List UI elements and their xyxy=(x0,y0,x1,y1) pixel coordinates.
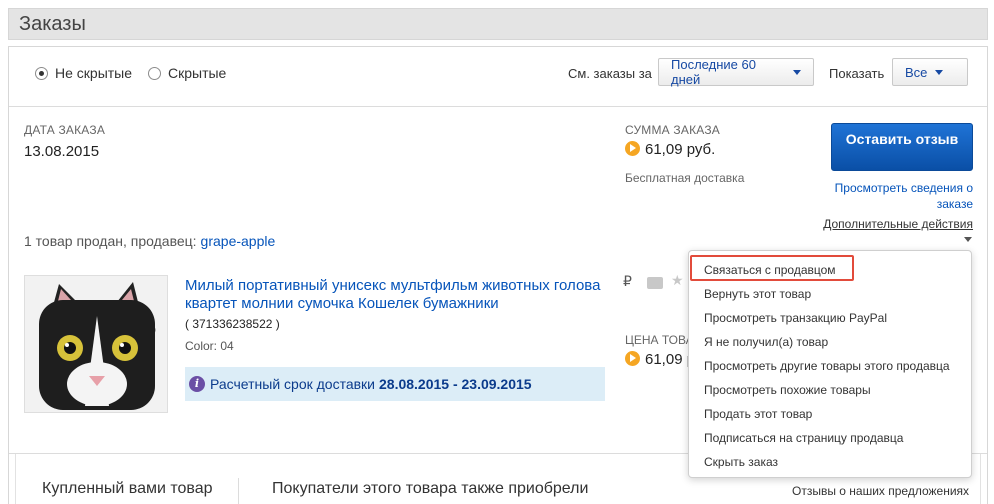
view-order-details-link[interactable]: Просмотреть сведения о заказе xyxy=(821,180,973,212)
ruble-icon: ₽ xyxy=(623,273,632,289)
tab-bought-items[interactable]: Купленный вами товар xyxy=(42,480,213,498)
item-price-label: ЦЕНА ТОВА xyxy=(625,333,694,347)
page-header: Заказы xyxy=(8,8,988,40)
more-actions-menu: Связаться с продавцом Вернуть этот товар… xyxy=(688,250,972,478)
menu-item-return-item[interactable]: Вернуть этот товар xyxy=(704,287,811,301)
period-label: См. заказы за xyxy=(568,66,652,81)
tab-also-bought[interactable]: Покупатели этого товара также приобрели xyxy=(272,480,588,498)
period-dropdown[interactable]: Последние 60 дней xyxy=(658,57,814,87)
offers-feedback-link[interactable]: Отзывы о наших предложениях xyxy=(792,484,969,498)
menu-item-hide-order[interactable]: Скрыть заказ xyxy=(704,455,778,469)
menu-item-not-received[interactable]: Я не получил(а) товар xyxy=(704,335,828,349)
radio-not-hidden-label: Не скрытые xyxy=(55,65,133,81)
order-date-label: ДАТА ЗАКАЗА xyxy=(24,123,106,137)
info-icon: i xyxy=(189,376,205,392)
leave-feedback-button[interactable]: Оставить отзыв xyxy=(831,123,973,171)
play-coin-icon xyxy=(625,351,640,366)
item-thumbnail[interactable] xyxy=(24,275,168,413)
order-sum-label: СУММА ЗАКАЗА xyxy=(625,123,720,137)
free-shipping: Бесплатная доставка xyxy=(625,171,745,185)
chevron-down-icon xyxy=(935,69,944,75)
show-label: Показать xyxy=(829,66,885,81)
menu-item-contact-seller[interactable]: Связаться с продавцом xyxy=(704,263,836,277)
order-sum: 61,09 руб. xyxy=(625,141,715,158)
order-sum-value: 61,09 руб. xyxy=(645,141,716,158)
delivery-prefix: Расчетный срок доставки xyxy=(210,376,375,392)
chevron-down-icon[interactable] xyxy=(964,237,972,242)
delivery-range: 28.08.2015 - 23.09.2015 xyxy=(379,376,532,392)
menu-item-view-paypal[interactable]: Просмотреть транзакцию PayPal xyxy=(704,311,887,325)
cat-purse-image xyxy=(25,276,167,412)
tab-divider xyxy=(238,478,239,504)
delivery-text: Расчетный срок доставки 28.08.2015 - 23.0… xyxy=(210,376,532,392)
radio-hidden-label: Скрытые xyxy=(168,65,227,81)
radio-selected-icon xyxy=(35,66,48,80)
order-date: 13.08.2015 xyxy=(24,143,100,160)
chevron-down-icon xyxy=(793,69,801,75)
radio-hidden[interactable]: Скрытые xyxy=(148,65,226,81)
menu-item-follow-seller[interactable]: Подписаться на страницу продавца xyxy=(704,431,903,445)
radio-not-hidden[interactable]: Не скрытые xyxy=(35,65,132,81)
menu-item-similar-items[interactable]: Просмотреть похожие товары xyxy=(704,383,871,397)
show-dropdown-value: Все xyxy=(905,64,928,80)
seller-prefix: 1 товар продан, продавец: xyxy=(24,233,197,249)
page-title: Заказы xyxy=(19,13,86,35)
seller-line: 1 товар продан, продавец: grape-apple xyxy=(24,233,275,249)
star-icon: ★ xyxy=(671,272,684,288)
menu-item-seller-items[interactable]: Просмотреть другие товары этого продавца xyxy=(704,359,950,373)
play-coin-icon xyxy=(625,141,640,156)
radio-unselected-icon xyxy=(148,66,161,80)
show-dropdown[interactable]: Все xyxy=(892,58,968,86)
cart-icon xyxy=(647,277,663,289)
item-color: Color: 04 xyxy=(185,339,234,353)
period-dropdown-value: Последние 60 дней xyxy=(671,57,756,87)
item-title-link[interactable]: Милый портативный унисекс мультфильм жив… xyxy=(185,277,605,313)
filter-bar: Не скрытые Скрытые См. заказы за Последн… xyxy=(9,47,987,107)
seller-link[interactable]: grape-apple xyxy=(201,233,276,249)
delivery-estimate: i Расчетный срок доставки 28.08.2015 - 23… xyxy=(185,367,605,401)
more-actions-link[interactable]: Дополнительные действия xyxy=(799,217,973,231)
item-price: 61,09 р xyxy=(625,351,695,368)
item-number: ( 371336238522 ) xyxy=(185,317,280,331)
menu-item-sell-item[interactable]: Продать этот товар xyxy=(704,407,812,421)
